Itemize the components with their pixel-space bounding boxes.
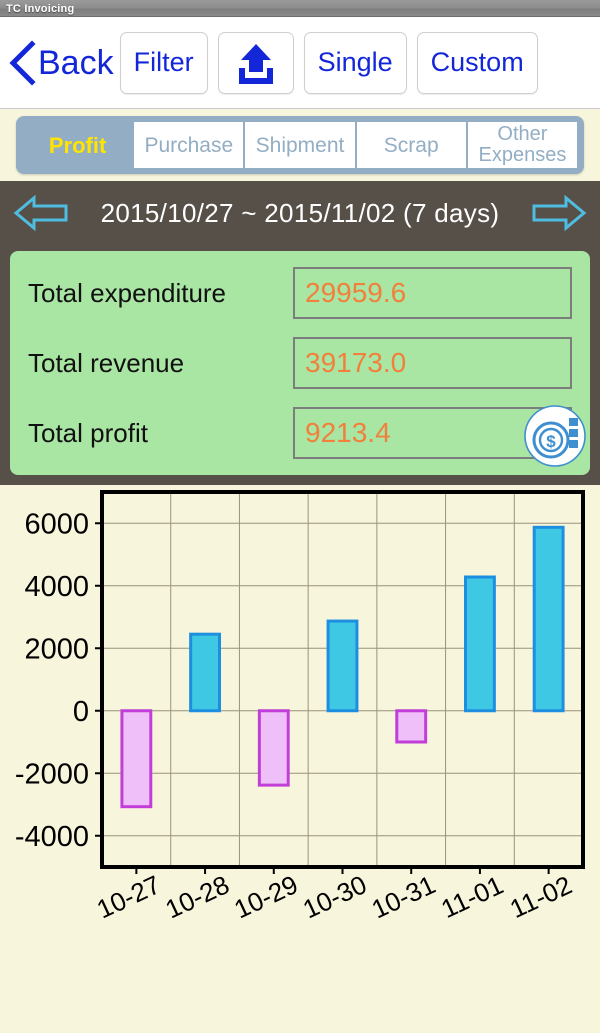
upload-icon — [238, 43, 273, 84]
summary-row-total-profit: Total profit 9213.4 — [28, 405, 572, 461]
previous-period-button[interactable] — [12, 191, 70, 235]
tab-bar-container: Profit Purchase Shipment Scrap Other Exp… — [0, 109, 600, 181]
total-profit-label: Total profit — [28, 417, 148, 448]
chart-bar[interactable] — [326, 619, 359, 713]
total-expenditure-value: 29959.6 — [293, 267, 572, 319]
y-tick-label: -4000 — [15, 821, 89, 853]
date-range-bar: 2015/10/27 ~ 2015/11/02 (7 days) — [0, 181, 600, 245]
y-tick-label: 4000 — [24, 571, 89, 603]
single-button[interactable]: Single — [303, 31, 407, 94]
tab-purchase[interactable]: Purchase — [134, 122, 244, 168]
custom-label: Custom — [430, 47, 524, 77]
coin-dollar-icon[interactable]: $ — [524, 405, 586, 467]
date-range-label: 2015/10/27 ~ 2015/11/02 (7 days) — [100, 197, 500, 228]
summary-row-total-revenue: Total revenue 39173.0 — [28, 335, 572, 391]
tab-shipment[interactable]: Shipment — [245, 122, 355, 168]
chart-bar[interactable] — [189, 632, 222, 713]
window-title: TC Invoicing — [6, 2, 75, 15]
filter-button[interactable]: Filter — [119, 31, 208, 94]
custom-button[interactable]: Custom — [416, 31, 538, 94]
tab-scrap[interactable]: Scrap — [356, 122, 466, 168]
tab-purchase-label: Purchase — [144, 133, 234, 157]
tab-shipment-label: Shipment — [255, 133, 345, 157]
tab-bar: Profit Purchase Shipment Scrap Other Exp… — [16, 116, 584, 174]
profit-bar-chart: 6000 4000 2000 0 -2000 -4000 10-27 10-28 10-29 1… — [0, 485, 600, 1033]
chevron-left-icon — [9, 39, 36, 86]
profit-chart-svg: 6000400020000-2000-4000 10-2710-2810-291… — [0, 485, 600, 1025]
tab-scrap-label: Scrap — [383, 133, 439, 157]
summary-row-total-expenditure: Total expenditure 29959.6 — [28, 265, 572, 321]
back-button[interactable]: Back — [8, 33, 114, 93]
chart-bar[interactable] — [532, 525, 565, 713]
tab-other-expenses[interactable]: Other Expenses — [467, 122, 578, 168]
total-revenue-value: 39173.0 — [293, 337, 572, 389]
svg-text:$: $ — [546, 432, 556, 451]
tab-profit-label: Profit — [48, 132, 107, 158]
y-tick-label: 0 — [73, 696, 89, 728]
chart-bar[interactable] — [120, 709, 153, 809]
summary-panel-container: Total expenditure 29959.6 Total revenue … — [0, 245, 600, 485]
chart-bar[interactable] — [395, 709, 428, 744]
total-revenue-label: Total revenue — [28, 347, 185, 378]
chart-background — [0, 485, 600, 1025]
y-tick-label: 2000 — [24, 633, 89, 665]
tab-profit[interactable]: Profit — [23, 122, 132, 168]
back-label: Back — [38, 43, 114, 82]
y-tick-label: 6000 — [24, 508, 89, 540]
window-title-bar: TC Invoicing — [0, 0, 600, 17]
total-expenditure-label: Total expenditure — [28, 277, 227, 308]
export-upload-button[interactable] — [217, 31, 294, 94]
single-label: Single — [317, 47, 393, 77]
next-period-button[interactable] — [530, 191, 588, 235]
y-tick-label: -2000 — [15, 758, 89, 790]
tab-other-expenses-label: Other Expenses — [478, 123, 567, 166]
filter-label: Filter — [133, 47, 194, 77]
chart-bar[interactable] — [463, 575, 496, 713]
summary-panel: Total expenditure 29959.6 Total revenue … — [10, 251, 590, 475]
chart-bar[interactable] — [257, 709, 290, 787]
top-toolbar: Back Filter Single Custom — [0, 17, 600, 109]
